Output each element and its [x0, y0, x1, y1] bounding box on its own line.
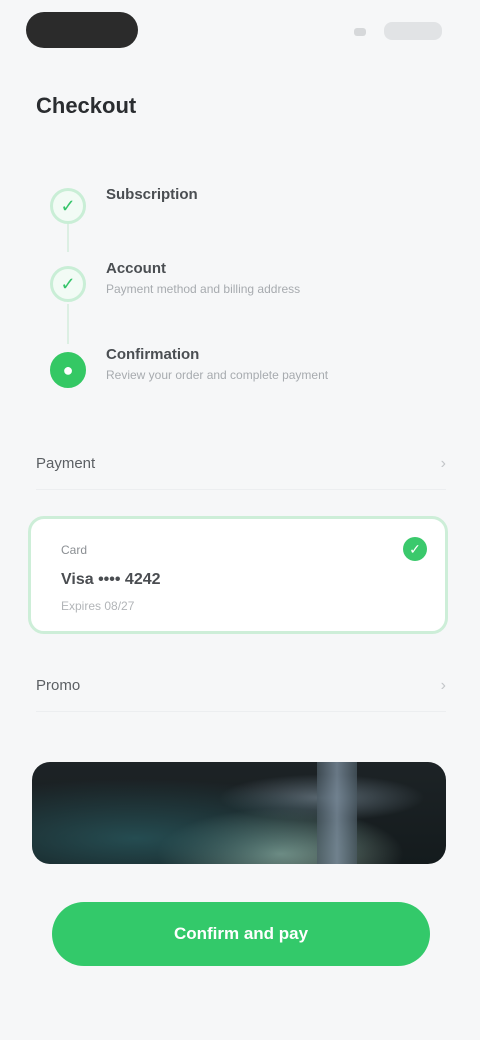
- promo-label: Promo: [36, 677, 81, 694]
- status-bar: [0, 0, 480, 64]
- selected-payment-card[interactable]: Card Visa •••• 4242 Expires 08/27 ✓: [28, 516, 448, 634]
- step-account: ✓ Account Payment method and billing add…: [36, 260, 446, 316]
- signal-icon: [354, 28, 366, 36]
- card-type-label: Card: [61, 543, 88, 557]
- image-glow: [32, 762, 446, 864]
- promo-row[interactable]: Promo ›: [36, 660, 446, 712]
- image-highlight: [317, 762, 357, 864]
- page-title: Checkout: [36, 93, 137, 118]
- card-number: Visa •••• 4242: [61, 571, 161, 588]
- step-description: Payment method and billing address: [106, 282, 301, 296]
- step-title: Subscription: [106, 186, 198, 203]
- check-icon: ✓: [50, 188, 86, 224]
- circle-icon: ●: [50, 352, 86, 388]
- step-subscription: ✓ Subscription: [36, 186, 446, 242]
- card-expiry: Expires 08/27: [61, 599, 135, 613]
- step-title: Account: [106, 260, 166, 277]
- step-confirmation: ● Confirmation Review your order and com…: [36, 346, 446, 402]
- confirm-pay-button[interactable]: Confirm and pay: [52, 902, 430, 966]
- chevron-right-icon: ›: [440, 676, 446, 694]
- payment-row[interactable]: Payment ›: [36, 438, 446, 490]
- battery-icon: [384, 22, 442, 40]
- check-icon: ✓: [50, 266, 86, 302]
- chevron-right-icon: ›: [440, 454, 446, 472]
- time-pill: [26, 12, 138, 48]
- check-icon: ✓: [403, 537, 427, 561]
- promo-image: [32, 762, 446, 864]
- payment-label: Payment: [36, 455, 96, 472]
- step-title: Confirmation: [106, 346, 200, 363]
- step-description: Review your order and complete payment: [106, 368, 329, 382]
- checkout-steps: ✓ Subscription ✓ Account Payment method …: [36, 176, 446, 406]
